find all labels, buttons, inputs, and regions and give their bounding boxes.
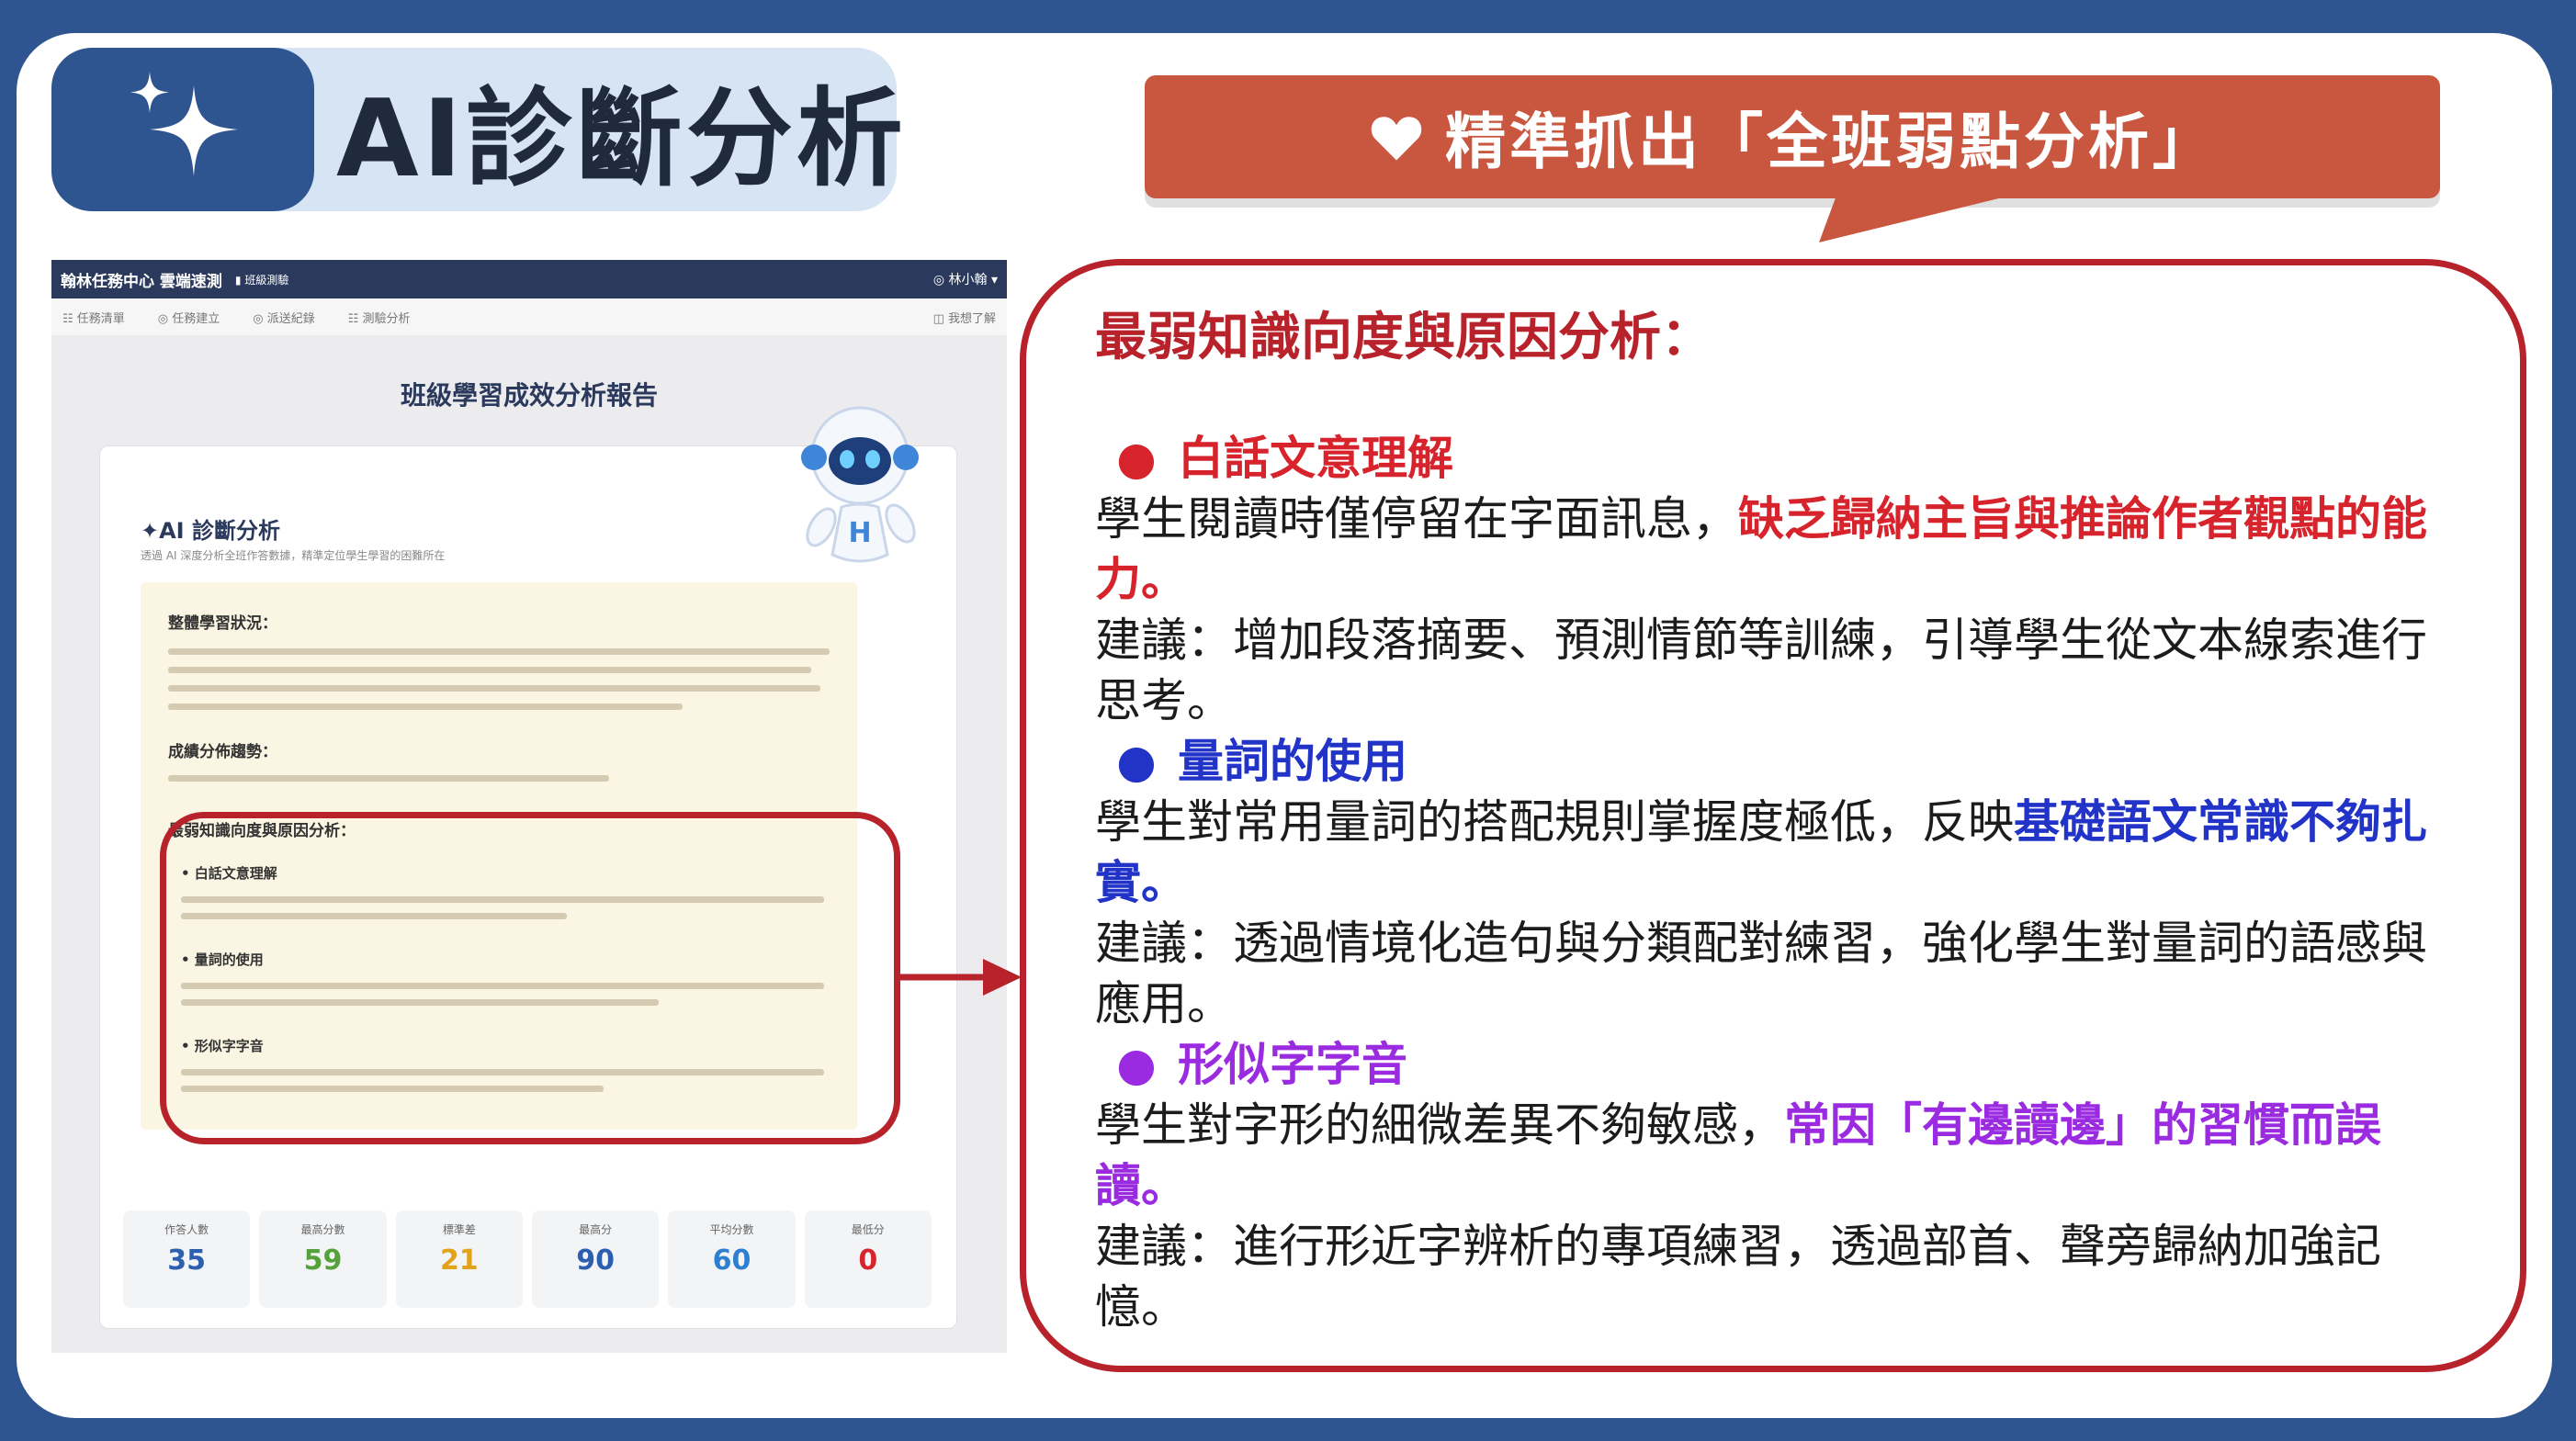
app-header: 翰林任務中心 雲端速測 ▮ 班級測驗 ◎ 林小翰 ▾: [51, 260, 1007, 298]
bullet-icon: ●: [1116, 432, 1157, 485]
item-heading: 量詞的使用: [1178, 735, 1407, 788]
weakness-highlight: [160, 812, 900, 1144]
user-menu[interactable]: ◎ 林小翰 ▾: [933, 270, 998, 288]
item-suggestion: 建議：透過情境化造句與分類配對練習，強化學生對量詞的語感與應用。: [1095, 917, 2427, 1030]
stat-value: 59: [303, 1244, 343, 1277]
robot-mascot-icon: H: [801, 406, 919, 563]
svg-text:H: H: [848, 517, 871, 549]
ai-panel-subtitle: 透過 AI 深度分析全班作答數據，精準定位學生學習的困難所在: [141, 549, 446, 562]
item-description: 學生對字形的細微差異不夠敏感，: [1095, 1098, 1784, 1152]
item-suggestion: 建議：增加段落摘要、預測情節等訓練，引導學生從文本線索進行思考。: [1095, 614, 2427, 727]
item-suggestion: 建議：進行形近字辨析的專項練習，透過部首、聲旁歸納加強記憶。: [1095, 1220, 2381, 1334]
nav-item[interactable]: ☷ 任務清單: [62, 309, 125, 326]
text-line: [168, 648, 830, 655]
stat-card: 最高分 90: [531, 1210, 660, 1308]
stat-card: 最高分數 59: [259, 1210, 387, 1308]
stat-card: 最低分 0: [804, 1210, 932, 1308]
section-heading: 整體學習狀況：: [168, 614, 277, 633]
text-line: [168, 667, 811, 673]
app-title: 翰林任務中心 雲端速測: [61, 272, 222, 291]
callout-text: 精準抓出「全班弱點分析」: [1445, 107, 2217, 177]
analysis-title: 最弱知識向度與原因分析：: [1095, 308, 1712, 367]
callout-banner: 精準抓出「全班弱點分析」: [1145, 75, 2440, 198]
bullet-icon: ●: [1116, 1038, 1157, 1091]
stat-label: 平均分數: [709, 1223, 754, 1236]
item-heading: 白話文意理解: [1178, 432, 1453, 485]
app-tag: ▮ 班級測驗: [234, 273, 289, 287]
section-heading: 成績分佈趨勢：: [168, 743, 277, 761]
weakness-item: ● 量詞的使用 學生對常用量詞的搭配規則掌握度極低，反映基礎語文常識不夠扎實。 建…: [1095, 731, 2455, 1034]
nav-item[interactable]: ◎ 任務建立: [158, 309, 220, 326]
item-heading: 形似字字音: [1178, 1038, 1407, 1091]
stat-value: 60: [712, 1244, 751, 1277]
text-line: [168, 685, 820, 692]
sparkle-icon: [51, 48, 314, 211]
weakness-item: ● 白話文意理解 學生閱讀時僅停留在字面訊息，缺乏歸納主旨與推論作者觀點的能力。 …: [1095, 428, 2455, 731]
stat-value: 90: [576, 1244, 616, 1277]
ai-panel-title: ✦AI 診斷分析: [141, 518, 280, 544]
text-line: [168, 775, 609, 782]
bullet-icon: ●: [1116, 735, 1157, 788]
app-nav: ☷ 任務清單 ◎ 任務建立 ◎ 派送紀錄 ☷ 測驗分析 ◫ 我想了解: [51, 298, 1007, 335]
stat-label: 最高分: [579, 1223, 613, 1236]
stat-label: 最低分: [851, 1223, 885, 1236]
callout-tail: [1819, 193, 2021, 242]
page-title: AI診斷分析: [336, 77, 907, 201]
nav-item[interactable]: ☷ 測驗分析: [348, 309, 411, 326]
item-description: 學生對常用量詞的搭配規則掌握度極低，反映: [1095, 795, 2014, 849]
stat-value: 21: [439, 1244, 479, 1277]
text-line: [168, 704, 683, 710]
stat-card: 平均分數 60: [668, 1210, 796, 1308]
stat-label: 最高分數: [300, 1223, 345, 1236]
stat-value: 0: [858, 1244, 878, 1277]
stats-row: 作答人數 35 最高分數 59 標準差 21 最高分 90 平均分數 60 最低…: [123, 1210, 932, 1308]
stat-label: 標準差: [442, 1223, 476, 1236]
stat-label: 作答人數: [164, 1223, 209, 1236]
stat-value: 35: [167, 1244, 207, 1277]
stat-card: 作答人數 35: [123, 1210, 251, 1308]
heart-icon: [1371, 117, 1422, 161]
weakness-item: ● 形似字字音 學生對字形的細微差異不夠敏感，常因「有邊讀邊」的習慣而誤讀。 建議…: [1095, 1034, 2455, 1337]
item-description: 學生閱讀時僅停留在字面訊息，: [1095, 492, 1738, 546]
stat-card: 標準差 21: [395, 1210, 523, 1308]
arrow-right-icon: [895, 959, 1022, 996]
nav-item[interactable]: ◎ 派送紀錄: [253, 309, 314, 326]
nav-help[interactable]: ◫ 我想了解: [933, 309, 996, 326]
